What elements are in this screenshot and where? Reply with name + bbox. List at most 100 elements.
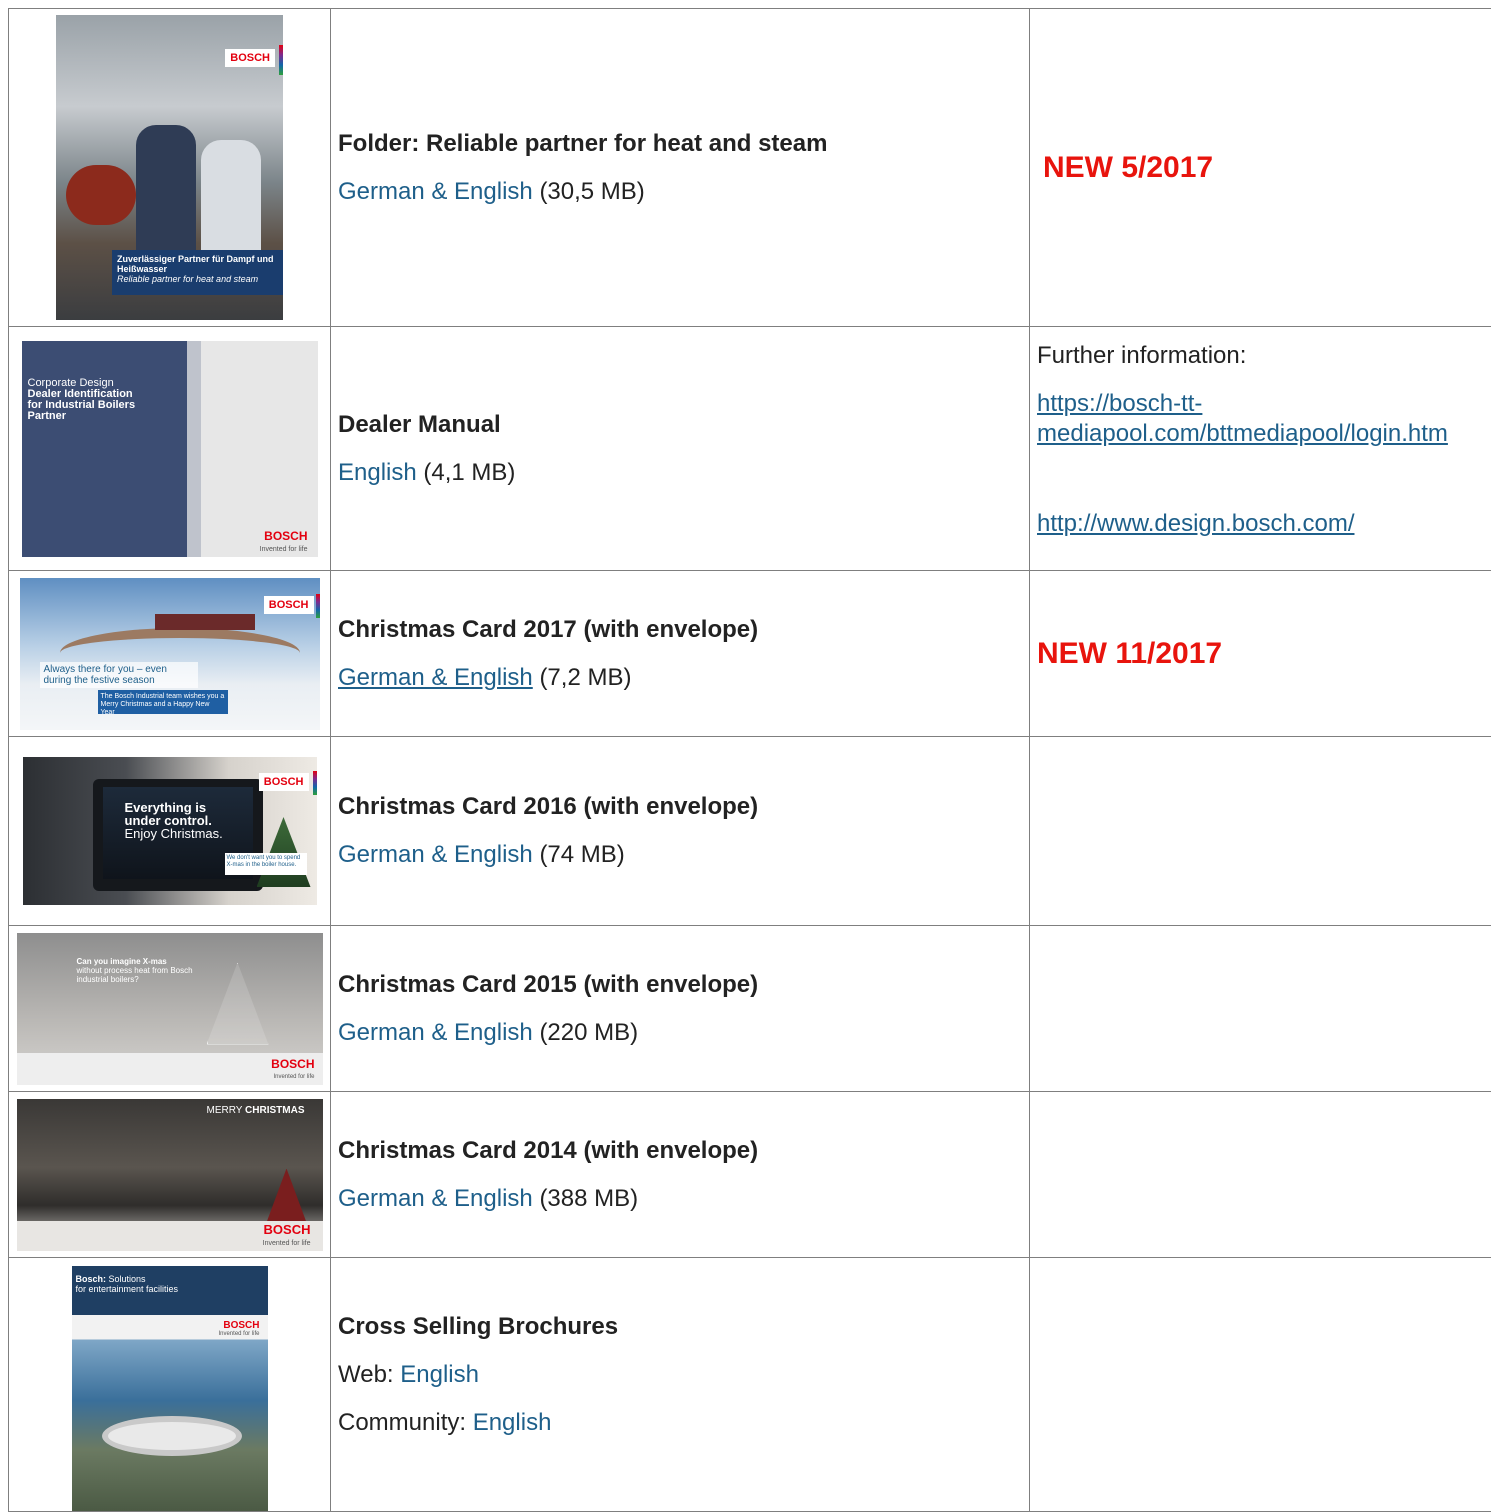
- christmas-tree: [257, 817, 311, 887]
- card-headline: Always there for you – even during the f…: [40, 662, 198, 688]
- file-size: (7,2 MB): [539, 664, 631, 691]
- download-link[interactable]: German & English: [338, 1019, 533, 1046]
- train: [155, 614, 255, 630]
- web-english-link[interactable]: English: [400, 1361, 479, 1388]
- download-line: English (4,1 MB): [338, 458, 1029, 488]
- cover-line: for Industrial Boilers: [28, 400, 181, 411]
- cover-caption-en: Reliable partner for heat and steam: [117, 274, 278, 284]
- download-link[interactable]: German & English: [338, 178, 533, 205]
- bosch-logo: BOSCH: [223, 1320, 259, 1331]
- tablet-line: Enjoy Christmas.: [125, 827, 253, 840]
- mediapool-link[interactable]: https://bosch-tt-mediapool.com/bttmediap…: [1037, 389, 1491, 449]
- design-link[interactable]: http://www.design.bosch.com/: [1037, 509, 1491, 539]
- card-headline: Can you imagine X-mas: [77, 957, 197, 966]
- info-cell: [1030, 737, 1491, 926]
- bosch-logo: BOSCH: [259, 773, 309, 791]
- card-footer: The Bosch Industrial team wishes you a M…: [98, 690, 228, 714]
- download-link[interactable]: German & English: [338, 841, 533, 868]
- cover-line: Bosch:: [76, 1274, 107, 1284]
- download-line: German & English (74 MB): [338, 840, 1029, 870]
- cover-line: Corporate Design: [28, 377, 181, 389]
- merry-word: MERRY: [207, 1105, 243, 1116]
- christmas-2016-thumbnail[interactable]: Everything is under control. Enjoy Chris…: [23, 757, 317, 905]
- cover-blue-panel: Corporate Design Dealer Identification f…: [22, 341, 187, 557]
- cover-divider: [187, 341, 201, 557]
- item-title: Christmas Card 2015 (with envelope): [338, 970, 1029, 1000]
- item-title: Folder: Reliable partner for heat and st…: [338, 129, 1029, 159]
- bosch-slogan: Invented for life: [218, 1331, 259, 1337]
- cover-caption-de: Zuverlässiger Partner für Dampf und Heiß…: [117, 254, 278, 274]
- download-line: German & English (220 MB): [338, 1018, 1029, 1048]
- item-title: Christmas Card 2016 (with envelope): [338, 792, 1029, 822]
- web-prefix: Web:: [338, 1361, 394, 1388]
- item-title: Christmas Card 2017 (with envelope): [338, 615, 1029, 645]
- cover-line: Partner: [28, 411, 181, 422]
- info-cell: [1030, 1092, 1491, 1258]
- description-cell: Christmas Card 2015 (with envelope) Germ…: [331, 926, 1030, 1092]
- christmas-tree: [267, 1169, 307, 1223]
- cross-selling-thumbnail[interactable]: Bosch: Solutions for entertainment facil…: [72, 1266, 268, 1511]
- folder-cover-thumbnail[interactable]: BOSCH Zuverlässiger Partner für Dampf un…: [56, 15, 283, 320]
- description-cell: Christmas Card 2017 (with envelope) Germ…: [331, 571, 1030, 737]
- card-copy: Can you imagine X-mas without process he…: [77, 957, 197, 984]
- cover-line: for entertainment facilities: [76, 1284, 179, 1294]
- web-line: Web: English: [338, 1360, 1029, 1390]
- table-row: Bosch: Solutions for entertainment facil…: [9, 1258, 1491, 1512]
- thumbnail-cell: Corporate Design Dealer Identification f…: [9, 327, 331, 571]
- description-cell: Christmas Card 2016 (with envelope) Germ…: [331, 737, 1030, 926]
- new-badge: NEW 5/2017: [1037, 151, 1213, 184]
- christmas-word: CHRISTMAS: [245, 1105, 304, 1116]
- christmas-2017-thumbnail[interactable]: BOSCH Always there for you – even during…: [20, 578, 320, 730]
- bosch-logo: BOSCH: [225, 49, 275, 67]
- bosch-logo: BOSCH: [264, 596, 314, 614]
- info-cell: NEW 5/2017: [1030, 9, 1491, 327]
- description-cell: Folder: Reliable partner for heat and st…: [331, 9, 1030, 327]
- thumbnail-cell: BOSCH Zuverlässiger Partner für Dampf un…: [9, 9, 331, 327]
- description-cell: Dealer Manual English (4,1 MB): [331, 327, 1030, 571]
- color-strip: [316, 594, 320, 618]
- dealer-manual-thumbnail[interactable]: Corporate Design Dealer Identification f…: [22, 341, 318, 557]
- thumbnail-cell: Bosch: Solutions for entertainment facil…: [9, 1258, 331, 1512]
- item-title: Cross Selling Brochures: [338, 1312, 1029, 1342]
- download-link[interactable]: English: [338, 459, 417, 486]
- new-badge: NEW 11/2017: [1037, 637, 1222, 670]
- table-row: Everything is under control. Enjoy Chris…: [9, 737, 1491, 926]
- download-line: German & English (388 MB): [338, 1184, 1029, 1214]
- christmas-2015-thumbnail[interactable]: Can you imagine X-mas without process he…: [17, 933, 323, 1085]
- description-cell: Christmas Card 2014 (with envelope) Germ…: [331, 1092, 1030, 1258]
- thumbnail-cell: Can you imagine X-mas without process he…: [9, 926, 331, 1092]
- download-line: German & English (7,2 MB): [338, 663, 1029, 693]
- file-size: (388 MB): [539, 1185, 638, 1212]
- thumbnail-cell: MERRY CHRISTMAS BOSCH Invented for life: [9, 1092, 331, 1258]
- christmas-2014-thumbnail[interactable]: MERRY CHRISTMAS BOSCH Invented for life: [17, 1099, 323, 1251]
- info-cell: NEW 11/2017: [1030, 571, 1491, 737]
- info-cell: Further information: https://bosch-tt-me…: [1030, 327, 1491, 571]
- thumbnail-cell: BOSCH Always there for you – even during…: [9, 571, 331, 737]
- media-table: BOSCH Zuverlässiger Partner für Dampf un…: [8, 8, 1491, 1512]
- bosch-logo: BOSCH: [271, 1057, 314, 1071]
- file-size: (74 MB): [539, 841, 624, 868]
- community-prefix: Community:: [338, 1409, 466, 1436]
- item-title: Dealer Manual: [338, 410, 1029, 440]
- merry-christmas-text: MERRY CHRISTMAS: [207, 1105, 305, 1116]
- bosch-slogan: Invented for life: [273, 1074, 314, 1080]
- color-strip: [313, 771, 317, 795]
- download-line: German & English (30,5 MB): [338, 177, 1029, 207]
- line-tree: [207, 963, 269, 1045]
- bosch-slogan: Invented for life: [260, 546, 308, 553]
- bosch-logo: BOSCH: [264, 529, 307, 543]
- community-english-link[interactable]: English: [473, 1409, 552, 1436]
- card-side-text: We don't want you to spend X-mas in the …: [225, 853, 307, 875]
- download-link[interactable]: German & English: [338, 664, 533, 691]
- cover-line: Solutions: [109, 1274, 146, 1284]
- file-size: (30,5 MB): [539, 178, 644, 205]
- cover-caption-box: Zuverlässiger Partner für Dampf und Heiß…: [112, 250, 283, 295]
- further-info-label: Further information:: [1037, 341, 1491, 371]
- card-sub: without process heat from Bosch industri…: [77, 966, 197, 984]
- download-link[interactable]: German & English: [338, 1185, 533, 1212]
- community-line: Community: English: [338, 1408, 1029, 1438]
- table-row: BOSCH Zuverlässiger Partner für Dampf un…: [9, 9, 1491, 327]
- description-cell: Cross Selling Brochures Web: English Com…: [331, 1258, 1030, 1512]
- color-strip: [279, 45, 283, 75]
- table-row: Can you imagine X-mas without process he…: [9, 926, 1491, 1092]
